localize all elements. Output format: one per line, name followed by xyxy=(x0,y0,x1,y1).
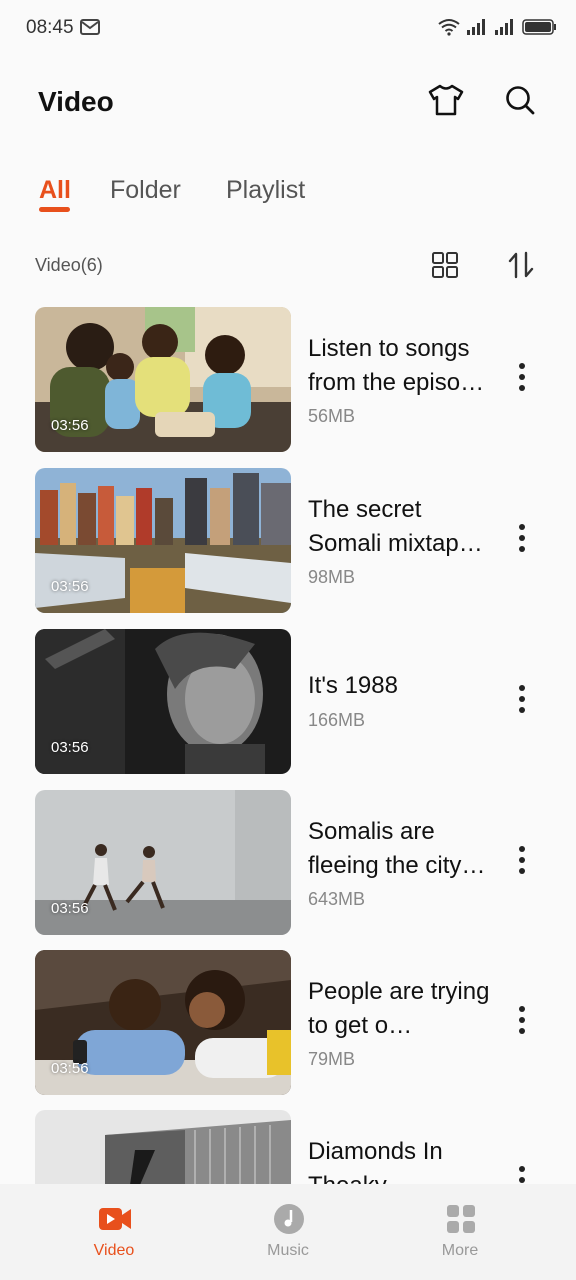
video-duration: 03:56 xyxy=(51,417,89,434)
grid-apps-icon xyxy=(444,1202,478,1236)
video-thumbnail[interactable]: 03:56 xyxy=(35,307,291,452)
video-title: Somalis are fleeing the city… xyxy=(308,818,486,879)
search-icon xyxy=(504,84,536,121)
status-bar: 08:45 xyxy=(0,0,576,58)
nav-label-more: More xyxy=(441,1242,479,1259)
signal-icon xyxy=(466,18,488,41)
list-header: Video(6) xyxy=(0,240,576,290)
nav-label-video: Video xyxy=(93,1242,135,1259)
video-size: 98MB xyxy=(308,567,356,587)
search-button[interactable] xyxy=(498,80,542,124)
more-options-button[interactable] xyxy=(508,362,536,396)
video-thumbnail[interactable]: 03:56 xyxy=(35,790,291,935)
status-time: 08:45 xyxy=(26,17,74,38)
nav-item-more[interactable]: More xyxy=(364,1184,556,1280)
video-row[interactable]: 03:56 The secret Somali mixtap… 98MB xyxy=(0,468,576,614)
tab-all[interactable]: All xyxy=(39,176,71,205)
theme-button[interactable] xyxy=(424,80,468,124)
grid-view-icon xyxy=(431,251,459,284)
sort-button[interactable] xyxy=(504,250,538,284)
tab-bar: All Folder Playlist xyxy=(0,162,576,222)
tab-playlist[interactable]: Playlist xyxy=(226,176,305,205)
app-header: Video xyxy=(0,70,576,134)
wifi-icon xyxy=(438,18,460,41)
nav-label-music: Music xyxy=(267,1242,309,1259)
video-thumbnail[interactable] xyxy=(35,1110,291,1185)
video-title: It's 1988 xyxy=(308,672,398,699)
nav-item-music[interactable]: Music xyxy=(192,1184,384,1280)
more-vertical-icon xyxy=(518,1005,526,1040)
video-duration: 03:56 xyxy=(51,739,89,756)
more-vertical-icon xyxy=(518,362,526,397)
video-row[interactable]: 03:56 Listen to songs from the episo… 56… xyxy=(0,307,576,453)
video-row[interactable]: 03:56 People are trying to get o… 79MB xyxy=(0,950,576,1096)
page-title: Video xyxy=(38,86,114,117)
more-vertical-icon xyxy=(518,523,526,558)
video-camera-icon xyxy=(98,1202,132,1236)
bottom-navigation: Video Music More xyxy=(0,1184,576,1280)
more-options-button[interactable] xyxy=(508,845,536,879)
video-title: Diamonds In Theaky xyxy=(308,1138,443,1185)
video-list: 03:56 Listen to songs from the episo… 56… xyxy=(0,307,576,1185)
video-row[interactable]: 03:56 It's 1988 166MB xyxy=(0,629,576,775)
more-options-button[interactable] xyxy=(508,684,536,718)
video-row[interactable]: 03:56 Somalis are fleeing the city… 643M… xyxy=(0,790,576,936)
more-vertical-icon xyxy=(518,845,526,880)
video-thumbnail[interactable]: 03:56 xyxy=(35,468,291,613)
sort-icon xyxy=(507,251,535,284)
more-options-button[interactable] xyxy=(508,1165,536,1185)
mail-icon xyxy=(80,19,100,40)
video-size: 79MB xyxy=(308,1049,356,1069)
video-title: People are trying to get o… xyxy=(308,978,490,1039)
video-row[interactable]: Diamonds In Theaky xyxy=(0,1110,576,1185)
video-duration: 03:56 xyxy=(51,1060,89,1077)
battery-icon xyxy=(522,18,556,41)
video-duration: 03:56 xyxy=(51,900,89,917)
nav-item-video[interactable]: Video xyxy=(18,1184,210,1280)
signal-icon xyxy=(494,18,516,41)
video-title: Listen to songs from the episo… xyxy=(308,335,485,396)
tab-folder[interactable]: Folder xyxy=(110,176,181,205)
more-options-button[interactable] xyxy=(508,1005,536,1039)
more-options-button[interactable] xyxy=(508,523,536,557)
video-title: The secret Somali mixtap… xyxy=(308,496,483,557)
grid-view-button[interactable] xyxy=(428,250,462,284)
video-thumbnail[interactable]: 03:56 xyxy=(35,629,291,774)
music-disc-icon xyxy=(272,1202,306,1236)
more-vertical-icon xyxy=(518,684,526,719)
video-thumbnail[interactable]: 03:56 xyxy=(35,950,291,1095)
tshirt-icon xyxy=(428,84,464,121)
video-size: 643MB xyxy=(308,889,366,909)
more-vertical-icon xyxy=(518,1165,526,1186)
video-size: 56MB xyxy=(308,406,356,426)
video-size: 166MB xyxy=(308,710,366,730)
active-tab-indicator xyxy=(39,207,70,212)
video-count-label: Video(6) xyxy=(35,255,103,275)
video-duration: 03:56 xyxy=(51,578,89,595)
